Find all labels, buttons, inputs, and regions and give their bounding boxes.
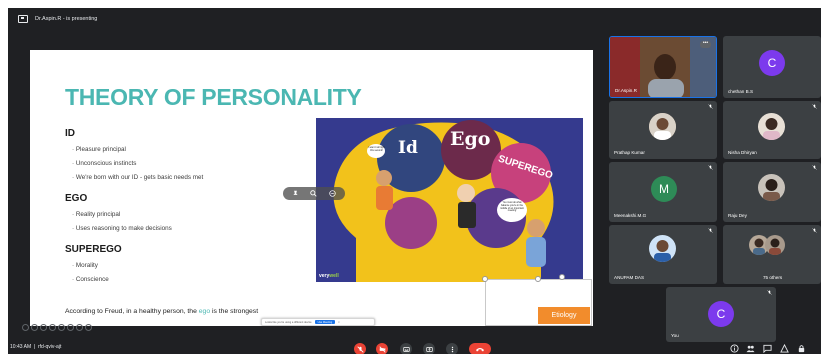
- mic-off-icon: [708, 228, 713, 233]
- participant-name: Meenakshi.M.G: [614, 213, 647, 218]
- slide-controls: [283, 187, 345, 200]
- mic-toggle-button[interactable]: [354, 343, 366, 354]
- avatar: C: [708, 301, 734, 327]
- device-popup: Looks like you're using a different devi…: [261, 318, 375, 326]
- participant-tile[interactable]: ANUPAM DAS: [609, 225, 717, 284]
- avatar: [758, 174, 785, 201]
- mini-control-icon[interactable]: [76, 324, 83, 331]
- participant-name: 75 others: [763, 275, 783, 280]
- bullet-point: · Unconscious instincts: [72, 160, 137, 167]
- self-tile[interactable]: C You: [666, 287, 776, 342]
- more-options-button[interactable]: [446, 343, 458, 354]
- bottom-bar: 10:43 AM | rfd-qviv-ajt: [8, 342, 821, 354]
- slide-title: THEORY OF PERSONALITY: [65, 84, 362, 110]
- freud-statement: According to Freud, in a healthy person,…: [65, 308, 259, 315]
- participant-name: Dr.Aspin.R: [615, 88, 637, 93]
- app-root: Dr.Aspin.R - is presenting THEORY OF PER…: [0, 0, 821, 354]
- present-now-button[interactable]: [423, 343, 435, 354]
- etiology-button[interactable]: Etiology: [538, 307, 590, 324]
- resize-handle: [482, 276, 488, 282]
- end-call-button[interactable]: [469, 343, 491, 354]
- use-meeting-button[interactable]: Use Meeting: [314, 320, 336, 324]
- rotate-handle: [559, 274, 565, 280]
- mic-off-icon: [356, 345, 364, 353]
- section-heading-id: ID: [65, 128, 75, 139]
- participant-name: Nisha Dhiryan: [728, 150, 757, 155]
- top-bar: Dr.Aspin.R - is presenting: [8, 8, 821, 30]
- bullet-point: · Uses reasoning to make decisions: [72, 225, 172, 232]
- mic-off-icon: [812, 165, 817, 170]
- bullet-point: · Pleasure principal: [72, 146, 126, 153]
- lock-icon[interactable]: [797, 344, 806, 353]
- mic-off-icon: [812, 104, 817, 109]
- mini-control-icon[interactable]: [49, 324, 56, 331]
- shared-slide: THEORY OF PERSONALITY ID · Pleasure prin…: [30, 50, 593, 326]
- bullet-point: · Conscience: [72, 276, 109, 283]
- mini-control-icon[interactable]: [58, 324, 65, 331]
- close-icon[interactable]: ×: [338, 321, 340, 324]
- personality-illustration: Id Ego SUPEREGO I want it all right this…: [316, 118, 583, 282]
- resize-handle: [535, 276, 541, 282]
- presenter-label: Dr.Aspin.R - is presenting: [35, 16, 98, 22]
- mini-control-icon[interactable]: [22, 324, 29, 331]
- chat-icon[interactable]: [763, 344, 772, 353]
- activities-icon[interactable]: [780, 344, 789, 353]
- avatar: [758, 113, 785, 140]
- more-options-icon[interactable]: •••: [700, 41, 711, 48]
- avatar: [765, 235, 785, 255]
- superego-speech-bubble: You must do what balance you're in the m…: [500, 201, 524, 213]
- id-speech-bubble: I want it all right this second!: [368, 146, 385, 152]
- present-now-icon: [425, 346, 433, 352]
- mini-control-icon[interactable]: [67, 324, 74, 331]
- participant-name: ANUPAM DAS: [614, 275, 645, 280]
- captions-button[interactable]: [400, 343, 412, 354]
- people-icon[interactable]: [746, 344, 755, 353]
- participant-tile[interactable]: Nisha Dhiryan: [723, 101, 821, 159]
- mic-off-icon: [812, 228, 817, 233]
- participant-tile[interactable]: C chethan B.S: [723, 36, 821, 98]
- participant-name: chethan B.S: [728, 89, 754, 94]
- participant-tile[interactable]: Raju Dey: [723, 162, 821, 222]
- avatar: C: [759, 50, 785, 76]
- mic-off-icon: [708, 104, 713, 109]
- camera-toggle-button[interactable]: [376, 343, 388, 354]
- bullet-point: · Morality: [72, 262, 98, 269]
- participant-name: You: [671, 333, 679, 338]
- section-heading-ego: EGO: [65, 193, 88, 204]
- participant-name: Raju Dey: [728, 213, 747, 218]
- camera-off-icon: [378, 345, 386, 353]
- ego-bubble-label: Ego: [450, 128, 491, 150]
- popup-message: Looks like you're using a different devi…: [265, 320, 312, 324]
- avatar: [649, 235, 676, 262]
- present-screen-icon: [18, 15, 28, 23]
- info-icon[interactable]: [730, 344, 739, 353]
- end-call-icon: [476, 348, 484, 352]
- bullet-point: · We're born with our ID - gets basic ne…: [72, 174, 204, 181]
- participant-tile-others[interactable]: 75 others: [723, 225, 821, 284]
- bullet-point: · Reality principal: [72, 211, 121, 218]
- mini-control-icon[interactable]: [31, 324, 38, 331]
- slide-mini-controls: [22, 324, 92, 331]
- avatar: M: [651, 176, 677, 202]
- captions-icon: [402, 346, 410, 352]
- participant-tile[interactable]: Prathap Kumar: [609, 101, 717, 159]
- section-heading-superego: SUPEREGO: [65, 244, 122, 255]
- more-icon[interactable]: [329, 190, 336, 197]
- mic-off-icon: [708, 165, 713, 170]
- participant-tile[interactable]: M Meenakshi.M.G: [609, 162, 717, 222]
- participant-name: Prathap Kumar: [614, 150, 645, 155]
- more-options-icon: [451, 346, 453, 352]
- id-bubble-label: Id: [398, 138, 418, 158]
- mini-control-icon[interactable]: [85, 324, 92, 331]
- verywell-logo: verywell: [319, 273, 339, 279]
- mini-control-icon[interactable]: [40, 324, 47, 331]
- avatar: [649, 113, 676, 140]
- meeting-info: 10:43 AM | rfd-qviv-ajt: [10, 344, 62, 350]
- mic-off-icon: [767, 290, 772, 295]
- meet-window: Dr.Aspin.R - is presenting THEORY OF PER…: [8, 8, 821, 354]
- participant-tile[interactable]: ••• Dr.Aspin.R: [609, 36, 717, 98]
- pin-icon[interactable]: [292, 190, 299, 197]
- zoom-icon[interactable]: [310, 190, 318, 197]
